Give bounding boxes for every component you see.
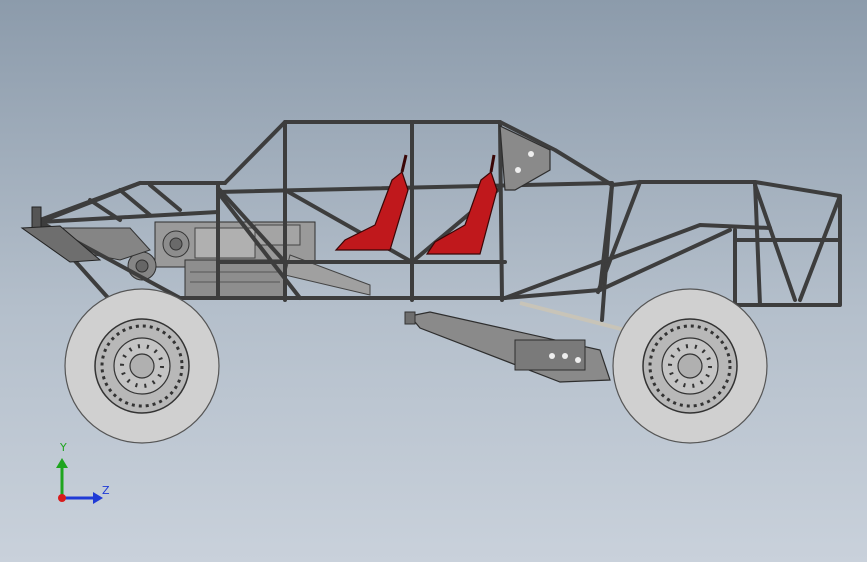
rear-wheel[interactable] bbox=[612, 288, 768, 444]
z-axis-label: Z bbox=[102, 484, 110, 497]
coordinate-triad: Y Z bbox=[40, 436, 130, 516]
triad-axes-icon bbox=[56, 458, 103, 504]
chassis-frame[interactable] bbox=[38, 120, 842, 322]
front-wheel[interactable] bbox=[64, 288, 220, 444]
rear-trailing-arm[interactable] bbox=[404, 301, 626, 383]
y-axis-label: Y bbox=[60, 441, 67, 454]
driver-seat[interactable] bbox=[334, 154, 409, 251]
trophy-truck-chassis-model[interactable] bbox=[0, 0, 867, 562]
graphics-viewport[interactable]: Y Z bbox=[0, 0, 867, 562]
